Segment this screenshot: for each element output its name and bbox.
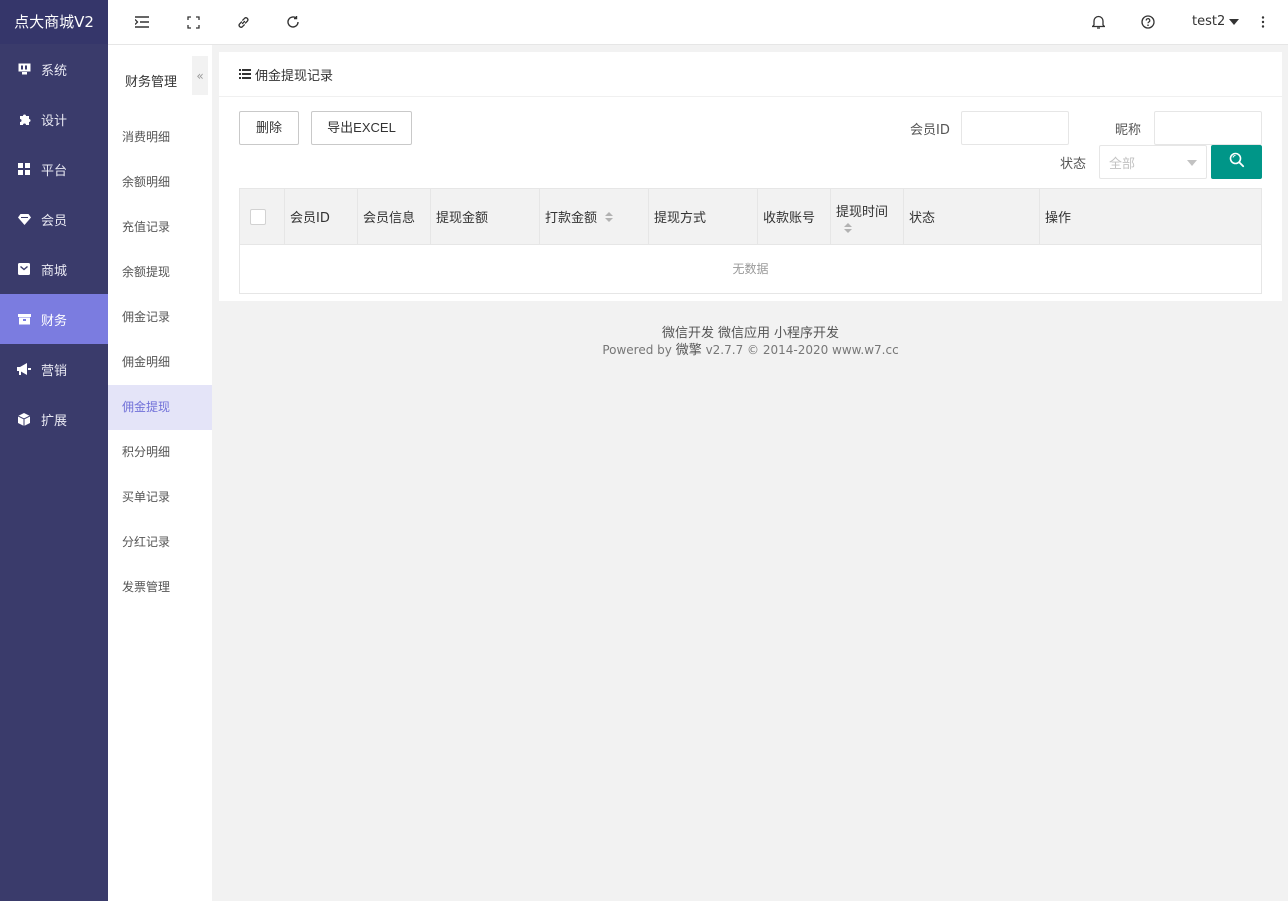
nav-label: 营销	[41, 363, 68, 379]
grid-icon	[17, 162, 31, 176]
nav-label: 设计	[41, 113, 68, 129]
column-header[interactable]: 会员ID	[285, 189, 358, 244]
nav-item-design[interactable]: 设计	[0, 94, 108, 144]
status-selected-value: 全部	[1109, 156, 1136, 172]
nickname-label: 昵称	[1115, 123, 1142, 138]
search-button[interactable]	[1211, 145, 1262, 179]
sort-icon[interactable]	[605, 211, 614, 222]
nickname-input[interactable]	[1154, 111, 1262, 145]
status-select[interactable]: 全部	[1099, 145, 1207, 179]
select-all-checkbox[interactable]	[250, 208, 266, 225]
subnav-item-commission-record[interactable]: 佣金记录	[108, 295, 212, 340]
sort-icon[interactable]	[844, 222, 852, 233]
main-panel: 佣金提现记录 删除 导出EXCEL 会员ID 昵称 状态 全部 会员ID 会员信…	[219, 52, 1282, 301]
top-bar: test2	[108, 0, 1288, 45]
subnav-item-payment-record[interactable]: 买单记录	[108, 475, 212, 520]
header-checkbox-cell	[240, 189, 285, 244]
monitor-icon	[17, 62, 31, 76]
nav-label: 扩展	[41, 413, 68, 429]
nav-label: 商城	[41, 263, 68, 279]
footer-link[interactable]: 微信开发	[662, 326, 714, 341]
withdraw-table: 会员ID 会员信息 提现金额 打款金额 提现方式 收款账号 提现时间 状态 操作…	[239, 188, 1262, 294]
username-label: test2	[1192, 14, 1226, 29]
powered-brand[interactable]: 微擎	[676, 343, 702, 358]
sub-sidebar: 财务管理 « 消费明细 余额明细 充值记录 余额提现 佣金记录 佣金明细 佣金提…	[108, 45, 212, 901]
list-icon	[239, 69, 251, 79]
column-header[interactable]: 提现金额	[431, 189, 540, 244]
member-id-input[interactable]	[961, 111, 1069, 145]
caret-down-icon	[1187, 160, 1197, 166]
subnav-item-points-detail[interactable]: 积分明细	[108, 430, 212, 475]
nav-item-member[interactable]: 会员	[0, 194, 108, 244]
column-header[interactable]: 状态	[904, 189, 1040, 244]
caret-down-icon	[1229, 18, 1240, 25]
subnav-item-dividend[interactable]: 分红记录	[108, 520, 212, 565]
diamond-icon	[17, 212, 31, 226]
footer: 微信开发 微信应用 小程序开发 Powered by 微擎 v2.7.7 © 201…	[219, 325, 1282, 359]
mail-icon	[17, 262, 31, 276]
nav-item-finance[interactable]: 财务	[0, 294, 108, 344]
footer-links: 微信开发 微信应用 小程序开发	[219, 325, 1282, 342]
refresh-icon[interactable]	[285, 14, 301, 30]
nav-item-mall[interactable]: 商城	[0, 244, 108, 294]
column-header[interactable]: 操作	[1040, 189, 1261, 244]
panel-header: 佣金提现记录	[219, 52, 1282, 97]
nav-label: 系统	[41, 63, 68, 79]
brand-title: 点大商城V2	[0, 0, 108, 44]
status-label: 状态	[1060, 157, 1087, 172]
megaphone-icon	[17, 362, 31, 376]
empty-state: 无数据	[240, 244, 1261, 293]
column-header[interactable]: 提现方式	[649, 189, 758, 244]
help-icon[interactable]	[1140, 14, 1156, 30]
cube-icon	[17, 412, 31, 426]
subnav-title: 财务管理	[125, 74, 178, 90]
wallet-icon	[17, 312, 31, 326]
column-header-sortable[interactable]: 提现时间	[831, 189, 904, 244]
footer-link[interactable]: 小程序开发	[774, 326, 839, 341]
more-icon[interactable]	[1255, 14, 1271, 30]
subnav-item-consumption[interactable]: 消费明细	[108, 115, 212, 160]
bell-icon[interactable]	[1090, 14, 1106, 30]
nav-item-platform[interactable]: 平台	[0, 144, 108, 194]
delete-button[interactable]: 删除	[239, 111, 299, 145]
main-sidebar: 点大商城V2 系统 设计 平台 会员 商城 财务 营销 扩展	[0, 0, 108, 901]
collapse-icon[interactable]: «	[192, 56, 208, 95]
column-header-sortable[interactable]: 打款金额	[540, 189, 649, 244]
nav-item-system[interactable]: 系统	[0, 44, 108, 94]
column-header[interactable]: 会员信息	[358, 189, 431, 244]
search-icon	[1229, 152, 1245, 172]
fullscreen-icon[interactable]	[185, 14, 201, 30]
nav-label: 财务	[41, 313, 68, 329]
user-menu[interactable]: test2	[1192, 14, 1240, 29]
puzzle-icon	[17, 112, 31, 126]
footer-link[interactable]: 微信应用	[718, 326, 770, 341]
subnav-item-recharge[interactable]: 充值记录	[108, 205, 212, 250]
powered-by: Powered by 微擎 v2.7.7 © 2014-2020 www.w7.…	[219, 342, 1282, 359]
page-title: 佣金提现记录	[255, 68, 334, 84]
table-header: 会员ID 会员信息 提现金额 打款金额 提现方式 收款账号 提现时间 状态 操作	[240, 189, 1261, 244]
export-excel-button[interactable]: 导出EXCEL	[311, 111, 412, 145]
link-icon[interactable]	[235, 14, 251, 30]
nav-item-extend[interactable]: 扩展	[0, 394, 108, 444]
menu-fold-icon[interactable]	[134, 14, 150, 30]
nav-label: 平台	[41, 163, 68, 179]
subnav-header: 财务管理 «	[108, 45, 212, 115]
subnav-item-invoice[interactable]: 发票管理	[108, 565, 212, 610]
subnav-item-commission-withdraw[interactable]: 佣金提现	[108, 385, 212, 430]
nav-item-marketing[interactable]: 营销	[0, 344, 108, 394]
column-header[interactable]: 收款账号	[758, 189, 831, 244]
powered-suffix: v2.7.7 © 2014-2020 www.w7.cc	[705, 343, 899, 357]
member-id-label: 会员ID	[910, 123, 950, 138]
subnav-item-balance-withdraw[interactable]: 余额提现	[108, 250, 212, 295]
subnav-item-commission-detail[interactable]: 佣金明细	[108, 340, 212, 385]
nav-label: 会员	[41, 213, 68, 229]
subnav-item-balance-detail[interactable]: 余额明细	[108, 160, 212, 205]
powered-prefix: Powered by	[602, 343, 672, 357]
